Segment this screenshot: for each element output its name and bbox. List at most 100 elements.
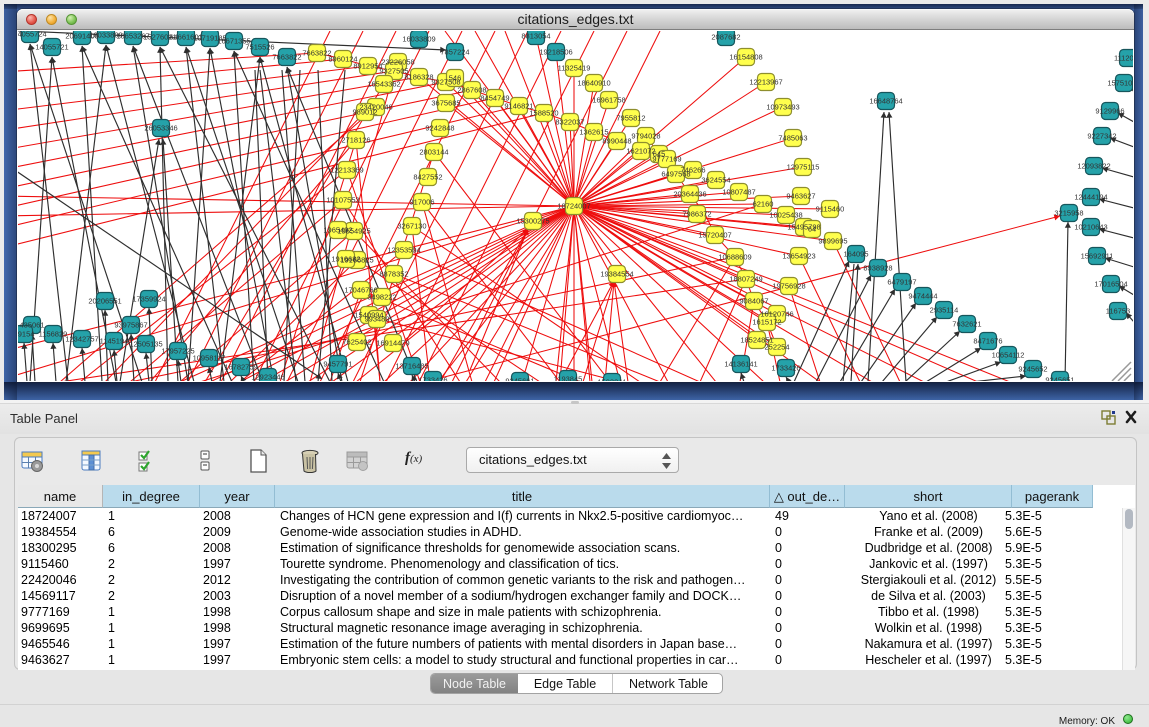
svg-text:93975867: 93975867 (114, 321, 147, 330)
svg-text:2718126: 2718126 (341, 136, 370, 145)
svg-text:9115460: 9115460 (816, 205, 845, 214)
svg-text:3215958: 3215958 (1054, 209, 1083, 218)
svg-text:19756928: 19756928 (772, 282, 805, 291)
svg-text:10688609: 10688609 (718, 253, 751, 262)
svg-text:1362615: 1362615 (579, 128, 608, 137)
svg-text:17016504: 17016504 (1094, 280, 1127, 289)
svg-text:12975115: 12975115 (787, 163, 820, 172)
svg-text:18640910: 18640910 (577, 79, 610, 88)
svg-text:16543362: 16543362 (367, 80, 400, 89)
svg-text:9242848: 9242848 (425, 124, 454, 133)
svg-text:252254: 252254 (764, 343, 789, 352)
svg-text:9457791: 9457791 (323, 360, 352, 369)
svg-text:1733426: 1733426 (771, 364, 800, 373)
svg-text:7663822: 7663822 (302, 49, 331, 58)
svg-text:62160: 62160 (753, 200, 774, 209)
svg-text:15692911: 15692911 (1081, 252, 1114, 261)
svg-text:2935114: 2935114 (930, 306, 959, 315)
svg-text:12342757: 12342757 (65, 335, 98, 344)
svg-text:2803144: 2803144 (419, 148, 448, 157)
svg-text:13716485: 13716485 (395, 362, 428, 371)
svg-text:8938928: 8938928 (863, 264, 892, 273)
svg-text:16961758: 16961758 (592, 96, 625, 105)
svg-text:435061: 435061 (19, 321, 44, 330)
svg-text:3498222: 3498222 (367, 293, 396, 302)
svg-text:9463627: 9463627 (786, 192, 815, 201)
svg-text:3675685: 3675685 (431, 99, 460, 108)
svg-text:18807249: 18807249 (729, 275, 762, 284)
svg-text:9777169: 9777169 (652, 155, 681, 164)
svg-text:17957225: 17957225 (161, 347, 194, 356)
svg-text:12353594: 12353594 (387, 246, 420, 255)
svg-text:116753: 116753 (1106, 307, 1130, 316)
svg-text:917006: 917006 (409, 198, 434, 207)
svg-text:9794028: 9794028 (631, 132, 660, 141)
svg-text:18724007: 18724007 (557, 202, 590, 211)
svg-text:13654923: 13654923 (782, 252, 815, 261)
svg-text:10025438: 10025438 (769, 211, 802, 220)
svg-text:16154808: 16154808 (729, 53, 762, 62)
svg-text:8878352: 8878352 (379, 270, 408, 279)
svg-text:8427552: 8427552 (413, 173, 442, 182)
svg-text:1156829: 1156829 (39, 330, 68, 339)
svg-text:7632621: 7632621 (952, 320, 981, 329)
svg-text:2087682: 2087682 (711, 33, 740, 42)
svg-text:7625402: 7625402 (342, 338, 371, 347)
svg-text:6479197: 6479197 (887, 278, 916, 287)
svg-text:9474444: 9474444 (908, 292, 937, 301)
svg-text:16782759: 16782759 (224, 363, 257, 372)
svg-text:7485063: 7485063 (778, 134, 807, 143)
svg-text:10107553: 10107553 (326, 196, 359, 205)
svg-text:746266: 746266 (680, 166, 705, 175)
svg-text:9227342: 9227342 (1087, 132, 1116, 141)
svg-text:8813054: 8813054 (521, 32, 550, 41)
svg-text:12505135: 12505135 (129, 340, 162, 349)
svg-text:9245661: 9245661 (505, 377, 534, 382)
svg-text:14055724: 14055724 (18, 31, 47, 39)
svg-text:15720407: 15720407 (698, 231, 731, 240)
svg-text:7857224: 7857224 (440, 48, 469, 57)
svg-text:12213369: 12213369 (330, 166, 363, 175)
svg-text:19384554: 19384554 (600, 270, 633, 279)
svg-text:3624554: 3624554 (701, 176, 730, 185)
svg-text:1615172: 1615172 (752, 318, 781, 327)
svg-text:16914479: 16914479 (376, 339, 409, 348)
svg-text:19218506: 19218506 (539, 48, 572, 57)
svg-text:7955812: 7955812 (616, 114, 645, 123)
svg-text:9245651: 9245651 (1045, 376, 1074, 382)
svg-text:1965492: 1965492 (323, 226, 352, 235)
svg-text:1593841: 1593841 (597, 378, 626, 382)
svg-text:8990448: 8990448 (602, 137, 631, 146)
svg-text:1733426: 1733426 (418, 376, 447, 382)
svg-text:39154: 39154 (18, 330, 34, 339)
svg-text:10654112: 10654112 (992, 351, 1025, 360)
svg-text:7663822: 7663822 (272, 53, 301, 62)
svg-text:8912954: 8912954 (353, 62, 382, 71)
svg-text:20364436: 20364436 (673, 190, 706, 199)
svg-text:1916682: 1916682 (331, 255, 360, 264)
svg-text:10210643: 10210643 (1074, 223, 1107, 232)
svg-text:993489: 993489 (364, 315, 389, 324)
svg-text:1145194: 1145194 (100, 337, 129, 346)
svg-text:20206551: 20206551 (88, 297, 121, 306)
svg-text:12923446: 12923446 (251, 373, 284, 382)
svg-text:3267130: 3267130 (397, 222, 426, 231)
svg-text:1621072: 1621072 (626, 147, 655, 156)
svg-text:12444194: 12444194 (1074, 193, 1107, 202)
svg-text:15300275: 15300275 (516, 217, 549, 226)
svg-text:9899695: 9899695 (818, 237, 847, 246)
svg-text:8186328: 8186328 (404, 73, 433, 82)
svg-text:7515526: 7515526 (245, 43, 274, 52)
svg-text:64: 64 (808, 225, 816, 234)
svg-text:15751074: 15751074 (1107, 79, 1133, 88)
svg-text:1112074: 1112074 (1114, 54, 1133, 63)
svg-text:12093822: 12093822 (1077, 162, 1110, 171)
svg-text:9245652: 9245652 (1018, 365, 1047, 374)
svg-text:10958117: 10958117 (193, 354, 226, 363)
svg-text:546: 546 (449, 74, 462, 83)
svg-text:17359924: 17359924 (132, 295, 165, 304)
svg-text:9084067: 9084067 (739, 297, 768, 306)
svg-text:16648764: 16648764 (869, 97, 902, 106)
svg-text:14136141: 14136141 (724, 360, 757, 369)
svg-text:7986372: 7986372 (682, 210, 711, 219)
